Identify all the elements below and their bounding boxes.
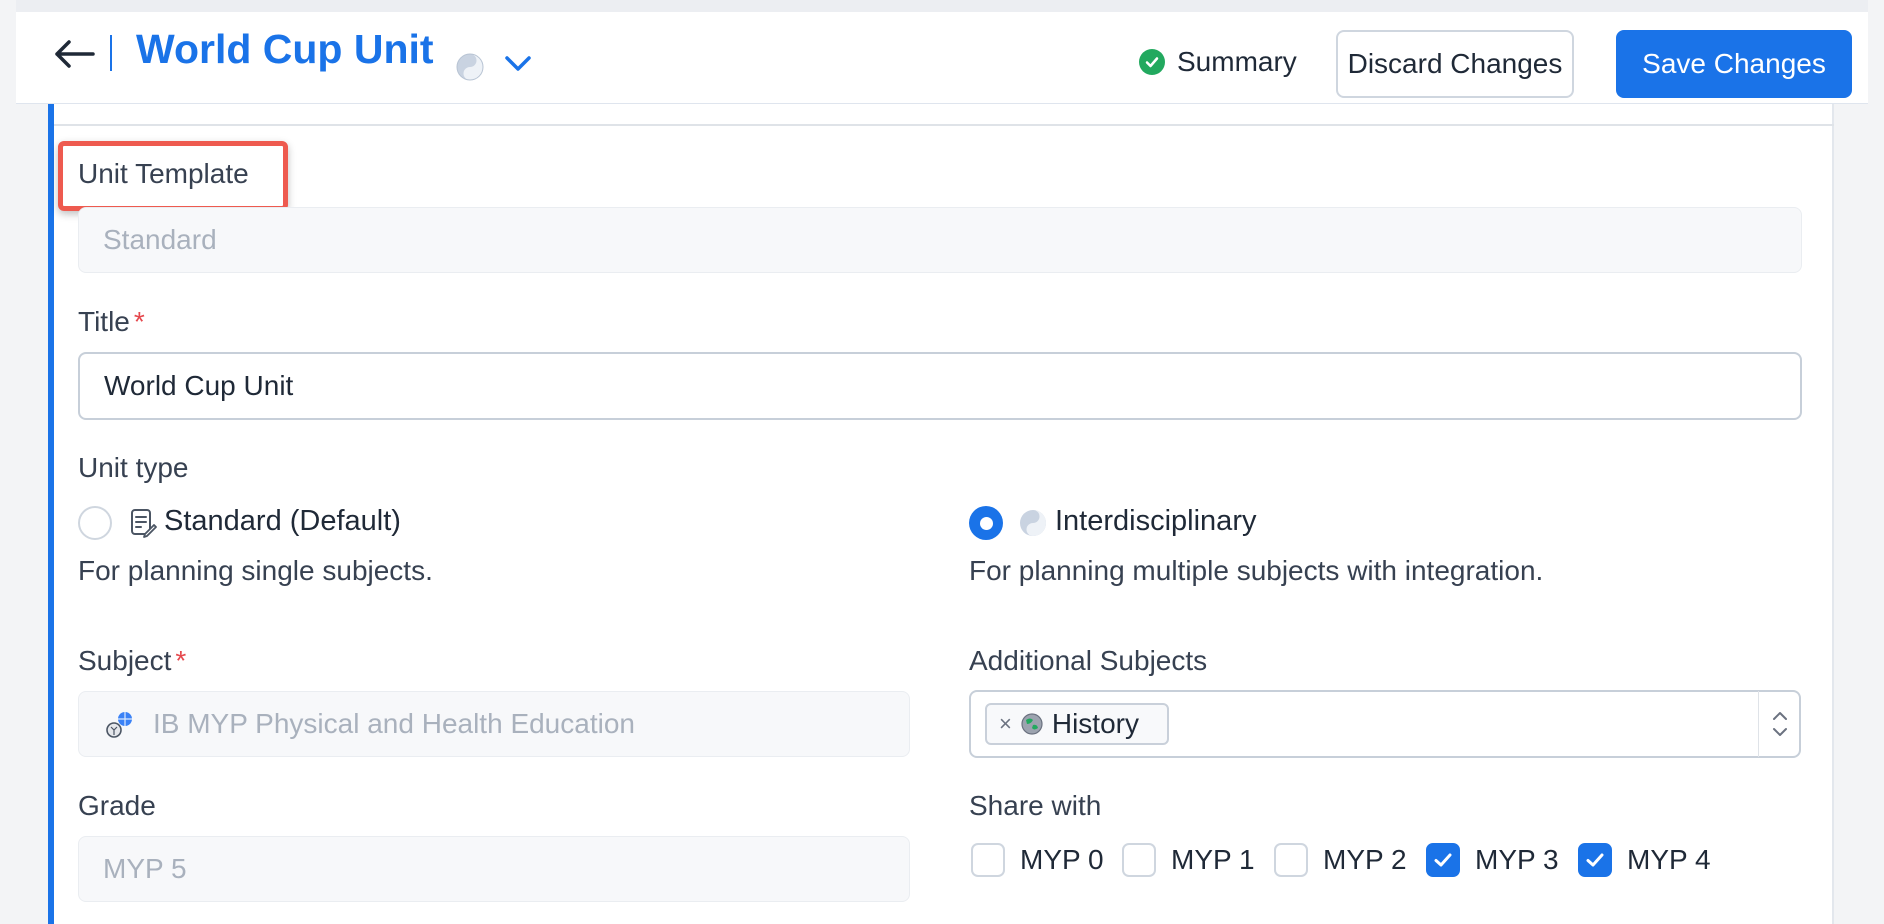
share-label-myp-0[interactable]: MYP 0 xyxy=(1020,844,1104,876)
share-checkbox-myp-4[interactable] xyxy=(1578,843,1612,877)
unit-title[interactable]: World Cup Unit xyxy=(136,26,434,73)
grade-label: Grade xyxy=(78,790,156,821)
required-mark: * xyxy=(175,645,187,676)
share-checkbox-myp-1[interactable] xyxy=(1122,843,1156,877)
subject-label: Subject * xyxy=(78,645,186,677)
share-with-label: Share with xyxy=(969,790,1102,821)
arrow-left-icon xyxy=(55,40,95,68)
up-down-chevron-icon xyxy=(1772,712,1787,736)
header-divider xyxy=(110,35,112,71)
grade-field: MYP 5 xyxy=(78,836,910,902)
subject-tag-history: × History xyxy=(985,703,1169,745)
check-circle-icon xyxy=(1139,49,1165,75)
radio-interdisciplinary[interactable] xyxy=(969,506,1003,540)
header-bar: World Cup Unit Summary Discard Changes S… xyxy=(16,12,1868,104)
subject-field: IB MYP Physical and Health Education xyxy=(78,691,910,757)
radio-standard[interactable] xyxy=(78,506,112,540)
top-strip xyxy=(16,0,1868,12)
summary-label: Summary xyxy=(1177,46,1297,77)
share-label-myp-4[interactable]: MYP 4 xyxy=(1627,844,1711,876)
select-toggle[interactable] xyxy=(1758,691,1800,757)
subject-value: IB MYP Physical and Health Education xyxy=(153,708,635,739)
checkmark-icon xyxy=(1434,853,1452,867)
card-accent-bar xyxy=(48,104,54,924)
card-divider xyxy=(54,124,1834,126)
radio-dot xyxy=(979,516,993,530)
interdisciplinary-description: For planning multiple subjects with inte… xyxy=(969,555,1544,586)
radio-standard-label[interactable]: Standard (Default) xyxy=(164,505,401,538)
highlight-annotation xyxy=(58,141,288,211)
globe-icon xyxy=(1021,713,1043,735)
share-checkbox-myp-0[interactable] xyxy=(971,843,1005,877)
checkmark-icon xyxy=(1586,853,1604,867)
discard-changes-button[interactable]: Discard Changes xyxy=(1336,30,1574,98)
additional-subjects-label: Additional Subjects xyxy=(969,645,1208,676)
subject-tag-label: History xyxy=(1051,708,1139,739)
share-label-myp-2[interactable]: MYP 2 xyxy=(1323,844,1407,876)
interdisciplinary-icon xyxy=(456,53,484,81)
share-label-myp-3[interactable]: MYP 3 xyxy=(1475,844,1559,876)
radio-interdisciplinary-label[interactable]: Interdisciplinary xyxy=(1055,505,1256,538)
chevron-down-icon[interactable] xyxy=(504,54,532,74)
share-checkbox-myp-3[interactable] xyxy=(1426,843,1460,877)
unit-editor-page: World Cup Unit Summary Discard Changes S… xyxy=(0,0,1884,924)
back-button[interactable] xyxy=(46,32,102,76)
save-changes-button[interactable]: Save Changes xyxy=(1616,30,1852,98)
sports-icon xyxy=(106,712,132,738)
standard-description: For planning single subjects. xyxy=(78,555,433,586)
unit-type-label: Unit type xyxy=(78,452,189,483)
interdisciplinary-icon xyxy=(1020,510,1046,536)
unit-template-field: Standard xyxy=(78,207,1802,273)
document-icon xyxy=(131,509,157,538)
title-label-text: Title xyxy=(78,306,130,337)
summary-link[interactable]: Summary xyxy=(1139,42,1297,82)
title-label: Title * xyxy=(78,306,145,338)
required-mark: * xyxy=(133,306,145,337)
share-label-myp-1[interactable]: MYP 1 xyxy=(1171,844,1255,876)
share-checkbox-myp-2[interactable] xyxy=(1274,843,1308,877)
remove-tag-button[interactable]: × xyxy=(999,711,1012,737)
title-input[interactable]: World Cup Unit xyxy=(78,352,1802,420)
subject-label-text: Subject xyxy=(78,645,172,676)
